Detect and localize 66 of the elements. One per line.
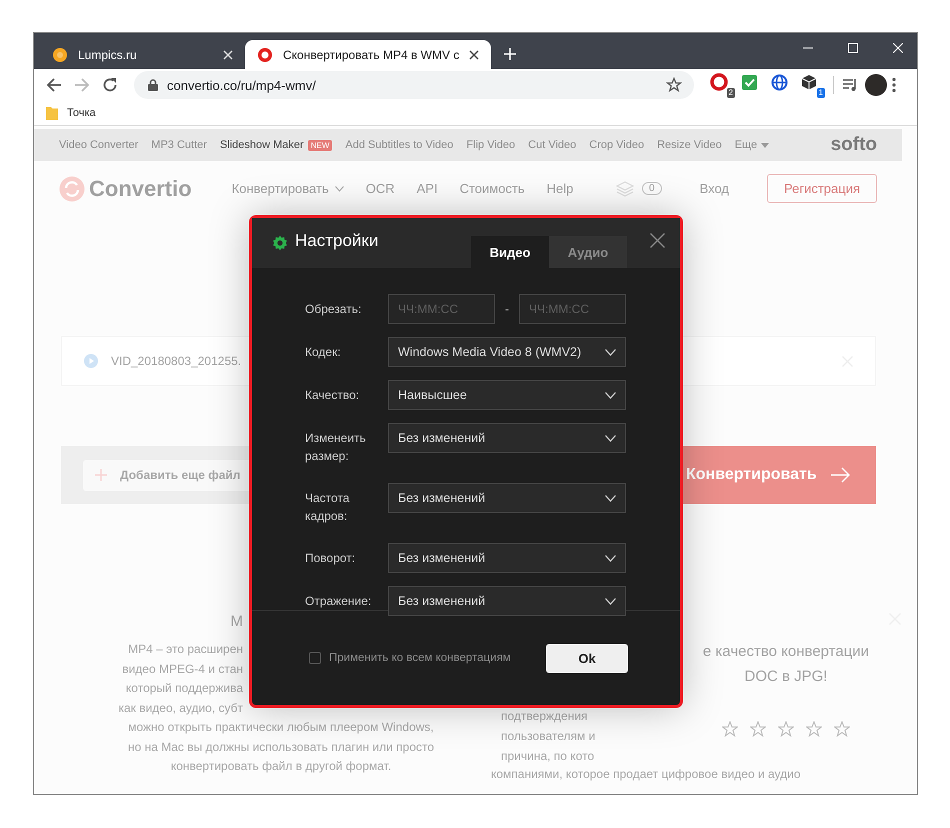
field-label: Кодек: — [305, 344, 342, 361]
dropdown[interactable]: Без изменений — [388, 483, 626, 513]
add-files-button[interactable]: Добавить еще файл — [83, 460, 249, 490]
bookmark-folder[interactable]: Точка — [46, 106, 96, 120]
info-text: компаниями, которое продает цифровое видео и аудио — [491, 767, 801, 781]
extension-button[interactable]: 2 — [710, 72, 735, 98]
nav-link[interactable]: Add Subtitles to Video — [345, 139, 454, 151]
nav-link[interactable]: Cut Video — [528, 139, 576, 151]
dropdown[interactable]: Без изменений — [388, 586, 626, 616]
apply-all-checkbox[interactable]: Применить ко всем конвертациям — [309, 652, 511, 664]
count-badge: 2 — [726, 88, 735, 98]
nav-link[interactable]: Resize Video — [657, 139, 722, 151]
menu-link[interactable]: Конвертировать — [232, 181, 329, 196]
field-label: Качество: — [305, 387, 360, 404]
signup-button[interactable]: Регистрация — [767, 174, 877, 203]
field-label: Отражение: — [305, 593, 372, 610]
brand-logo: softo — [830, 134, 877, 156]
login-link[interactable]: Вход — [700, 181, 729, 196]
menu-link[interactable]: Стоимость — [460, 181, 525, 196]
nav-link[interactable]: Flip Video — [466, 139, 516, 151]
dropdown[interactable]: Без изменений — [388, 423, 626, 453]
time-input-field[interactable]: ЧЧ:ММ:СС — [388, 294, 495, 324]
rating-text: DOC в JPG! — [744, 667, 828, 687]
info-text: пользователям и — [501, 728, 596, 745]
info-heading: M — [230, 613, 243, 630]
new-badge: NEW — [308, 140, 332, 150]
info-text: MP4 – это расширен — [128, 641, 243, 658]
field-label: Поворот: — [305, 550, 356, 567]
info-text: конвертировать файл в другой формат. — [170, 758, 392, 775]
range-separator: - — [504, 302, 510, 316]
extension-button[interactable]: 1 — [800, 72, 825, 98]
dropdown[interactable]: Windows Media Video 8 (WMV2) — [388, 337, 626, 367]
tab[interactable]: Видео — [471, 236, 549, 268]
dialog-title: Настройки — [295, 231, 378, 251]
dropdown[interactable]: Наивысшее — [388, 380, 626, 410]
nav-link[interactable]: Slideshow Maker — [220, 139, 304, 151]
convert-button[interactable]: Конвертировать — [683, 446, 876, 504]
field-label: Обрезать: — [305, 301, 362, 318]
menu-link[interactable]: API — [416, 181, 438, 196]
site-logo: Convertio — [89, 176, 192, 202]
dropdown[interactable]: Без изменений — [388, 543, 626, 573]
info-text: как видео, аудио, субт — [118, 700, 243, 716]
info-text: подтверждения — [501, 708, 589, 725]
info-text: причина, по кото — [501, 748, 596, 765]
nav-link[interactable]: Еще — [734, 139, 758, 151]
info-text: который поддержива — [126, 680, 243, 697]
nav-link[interactable]: MP3 Cutter — [151, 139, 207, 151]
file-name: VID_20180803_201255. — [111, 354, 242, 368]
browser-tab[interactable]: Сконвертировать MP4 в WMV с — [245, 40, 492, 69]
ok-button[interactable]: Ok — [546, 644, 628, 672]
info-text: видео MPEG-4 и стан — [122, 660, 243, 678]
time-input-field[interactable]: ЧЧ:ММ:СС — [519, 294, 626, 324]
info-text: можно открыть практически любым плеером Windows, — [128, 719, 434, 736]
rating-text: е качество конвертации — [702, 642, 870, 662]
menu-link[interactable]: OCR — [366, 181, 395, 196]
info-text: но на Mac вы должны использовать плагин или просто — [128, 738, 434, 756]
menu-link[interactable]: Help — [546, 181, 574, 196]
tab[interactable]: Аудио — [549, 236, 627, 268]
address-bar[interactable]: convertio.co/ru/mp4-wmv/ — [134, 71, 694, 99]
nav-link[interactable]: Video Converter — [59, 139, 138, 151]
field-label: Частота кадров: — [305, 490, 350, 525]
nav-link[interactable]: Crop Video — [589, 139, 644, 151]
count-badge: 1 — [816, 88, 825, 98]
field-label: Изменеить размер: — [305, 430, 367, 465]
count-badge: 0 — [642, 182, 662, 195]
browser-tab[interactable]: Lumpics.ru — [40, 40, 245, 69]
